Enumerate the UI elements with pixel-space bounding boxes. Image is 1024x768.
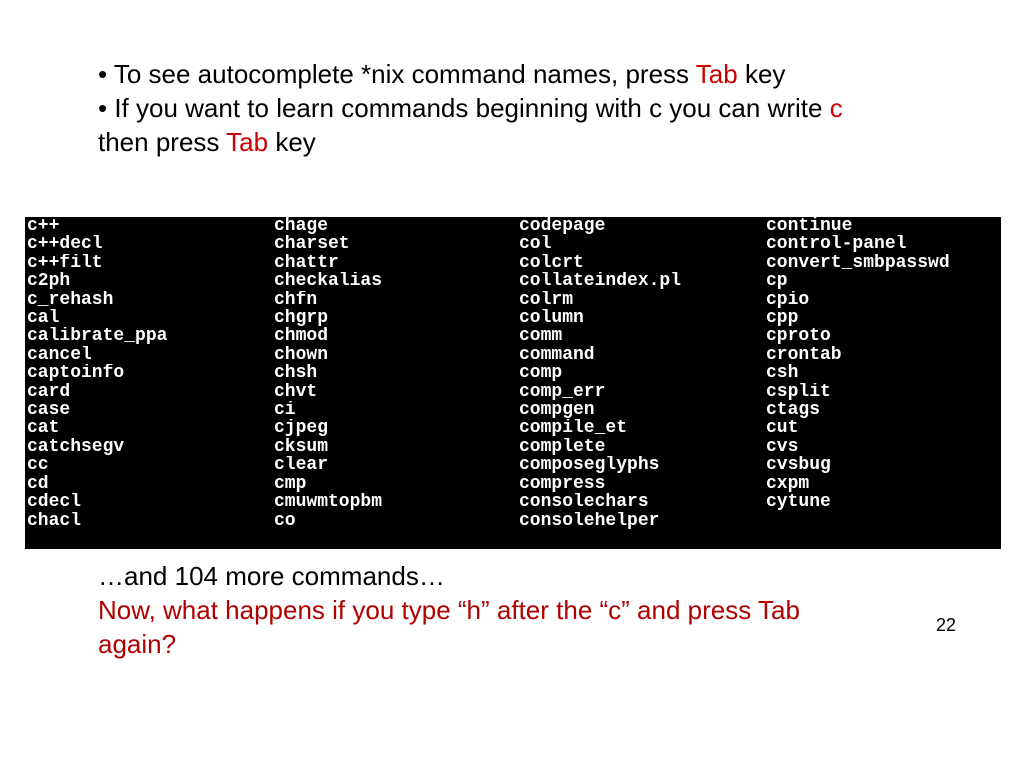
terminal-cell: comp_err [519,383,766,401]
instruction-text: • To see autocomplete *nix command names… [98,58,858,159]
terminal-row: cdcmpcompresscxpm [25,475,1001,493]
terminal-row: ccclearcomposeglyphscvsbug [25,456,1001,474]
terminal-cell: co [274,512,519,530]
terminal-cell: command [519,346,766,364]
terminal-row: c++chagecodepagecontinue [25,217,1001,235]
terminal-cell: comm [519,327,766,345]
terminal-cell: cp [766,272,1001,290]
terminal-row: catchsegvcksumcompletecvs [25,438,1001,456]
terminal-cell: cpio [766,291,1001,309]
terminal-cell: ci [274,401,519,419]
terminal-cell: cc [25,456,274,474]
terminal-row: c++filtchattrcolcrtconvert_smbpasswd [25,254,1001,272]
terminal-cell: cksum [274,438,519,456]
terminal-cell: cd [25,475,274,493]
terminal-row: c_rehashchfncolrmcpio [25,291,1001,309]
terminal-cell: chacl [25,512,274,530]
terminal-cell: c_rehash [25,291,274,309]
bullet1-prefix: • To see autocomplete *nix command names… [98,59,696,89]
terminal-row: c2phcheckaliascollateindex.plcp [25,272,1001,290]
terminal-row: cardchvtcomp_errcsplit [25,383,1001,401]
bullet1-suffix: key [738,59,786,89]
terminal-cell: compgen [519,401,766,419]
terminal-row: calchgrpcolumncpp [25,309,1001,327]
terminal-cell: column [519,309,766,327]
terminal-row: calibrate_ppachmodcommcproto [25,327,1001,345]
terminal-cell: chmod [274,327,519,345]
terminal-cell: csh [766,364,1001,382]
terminal-output: c++chagecodepagecontinuec++declcharsetco… [25,217,1001,549]
bullet2-hl2: Tab [226,127,268,157]
terminal-cell: c++ [25,217,274,235]
terminal-cell: chage [274,217,519,235]
terminal-cell: cmuwmtopbm [274,493,519,511]
terminal-cell: collateindex.pl [519,272,766,290]
terminal-cell: cdecl [25,493,274,511]
terminal-row: chaclcoconsolehelper [25,512,1001,530]
question-text: Now, what happens if you type “h” after … [98,595,800,659]
terminal-cell: c2ph [25,272,274,290]
bullet1-highlight: Tab [696,59,738,89]
terminal-row: cdeclcmuwmtopbmconsolecharscytune [25,493,1001,511]
terminal-cell: cpp [766,309,1001,327]
terminal-cell: calibrate_ppa [25,327,274,345]
bullet2-prefix: • If you want to learn commands beginnin… [98,93,830,123]
terminal-cell: cmp [274,475,519,493]
terminal-cell: consolechars [519,493,766,511]
terminal-cell: cat [25,419,274,437]
terminal-row: cancelchowncommandcrontab [25,346,1001,364]
terminal-cell: ctags [766,401,1001,419]
terminal-cell: control-panel [766,235,1001,253]
bullet2-hl1: c [830,93,843,123]
terminal-cell: c++decl [25,235,274,253]
terminal-cell: crontab [766,346,1001,364]
terminal-row: casecicompgenctags [25,401,1001,419]
terminal-cell: charset [274,235,519,253]
terminal-cell: continue [766,217,1001,235]
terminal-cell: cvsbug [766,456,1001,474]
terminal-cell: cut [766,419,1001,437]
terminal-cell: comp [519,364,766,382]
terminal-row: captoinfochshcompcsh [25,364,1001,382]
terminal-cell: case [25,401,274,419]
terminal-cell: cal [25,309,274,327]
terminal-cell: chown [274,346,519,364]
more-commands: …and 104 more commands… [98,561,445,591]
page-number: 22 [936,615,956,636]
terminal-cell: consolehelper [519,512,766,530]
terminal-cell: cxpm [766,475,1001,493]
terminal-cell: catchsegv [25,438,274,456]
bottom-text: …and 104 more commands… Now, what happen… [98,560,878,661]
terminal-cell: colrm [519,291,766,309]
terminal-cell: col [519,235,766,253]
terminal-cell: csplit [766,383,1001,401]
terminal-cell [766,512,1001,530]
terminal-cell: captoinfo [25,364,274,382]
terminal-cell: cjpeg [274,419,519,437]
terminal-cell: chgrp [274,309,519,327]
terminal-cell: composeglyphs [519,456,766,474]
terminal-cell: compress [519,475,766,493]
terminal-cell: colcrt [519,254,766,272]
terminal-row: catcjpegcompile_etcut [25,419,1001,437]
terminal-cell: chvt [274,383,519,401]
terminal-cell: chattr [274,254,519,272]
terminal-cell: complete [519,438,766,456]
terminal-cell: checkalias [274,272,519,290]
bullet2-mid: then press [98,127,226,157]
terminal-cell: convert_smbpasswd [766,254,1001,272]
bullet2-suffix: key [268,127,316,157]
terminal-cell: card [25,383,274,401]
terminal-cell: c++filt [25,254,274,272]
terminal-cell: cproto [766,327,1001,345]
terminal-cell: clear [274,456,519,474]
terminal-cell: cvs [766,438,1001,456]
terminal-cell: chsh [274,364,519,382]
terminal-cell: cytune [766,493,1001,511]
terminal-cell: codepage [519,217,766,235]
terminal-cell: compile_et [519,419,766,437]
terminal-row: c++declcharsetcolcontrol-panel [25,235,1001,253]
terminal-cell: cancel [25,346,274,364]
terminal-cell: chfn [274,291,519,309]
